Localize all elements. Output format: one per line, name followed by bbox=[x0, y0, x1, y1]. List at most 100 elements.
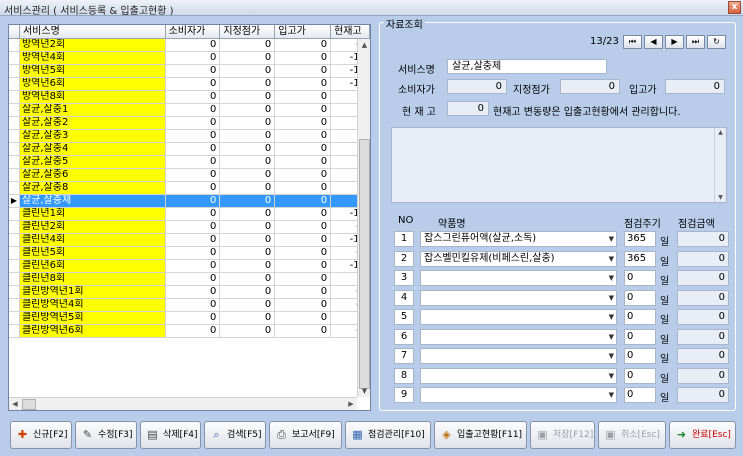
table-row[interactable]: 클린년8회0000 bbox=[9, 273, 370, 286]
col-header-consumer-price[interactable]: 소비자가 bbox=[166, 25, 221, 39]
drug-select[interactable]: ▼ bbox=[420, 328, 617, 345]
col-header-service-name[interactable]: 서비스명 bbox=[20, 25, 166, 39]
cycle-input[interactable]: 0 bbox=[624, 387, 656, 403]
cycle-input[interactable]: 365 bbox=[624, 250, 656, 267]
drug-select[interactable]: 잡스그린퓨어액(살균,소독) ▼ bbox=[420, 231, 617, 247]
cycle-input[interactable]: 365 bbox=[624, 231, 656, 247]
cycle-input[interactable]: 0 bbox=[624, 309, 656, 325]
drug-select[interactable]: 잡스벨민킬유제(비페스린,살충) ▼ bbox=[420, 250, 617, 267]
amount-input[interactable]: 0 bbox=[677, 231, 729, 247]
service-name-input[interactable]: 살균,살충제 bbox=[447, 59, 607, 74]
inout-button[interactable]: ◈ 입출고현황[F11] bbox=[434, 421, 527, 449]
drug-select[interactable]: ▼ bbox=[420, 289, 617, 306]
next-record-icon[interactable]: ▶ bbox=[665, 35, 684, 49]
refresh-icon[interactable]: ↻ bbox=[707, 35, 726, 49]
search-icon: ⌕ bbox=[213, 428, 220, 441]
table-row[interactable]: 방역년6회000-17 bbox=[9, 78, 370, 91]
scroll-left-icon[interactable]: ◀ bbox=[9, 398, 21, 410]
edit-button[interactable]: ✎ 수정[F3] bbox=[75, 421, 137, 449]
memo-scrollbar[interactable]: ▲ ▼ bbox=[714, 128, 726, 202]
table-row[interactable]: 살균,살충80000 bbox=[9, 182, 370, 195]
table-row[interactable]: 살균,살충60000 bbox=[9, 169, 370, 182]
chevron-down-icon[interactable]: ▼ bbox=[609, 349, 614, 363]
chevron-down-icon[interactable]: ▼ bbox=[609, 388, 614, 402]
chevron-down-icon[interactable]: ▼ bbox=[609, 252, 614, 266]
table-row[interactable]: 클린방역년6회000-4 bbox=[9, 325, 370, 338]
table-row[interactable]: 살균,살충10000 bbox=[9, 104, 370, 117]
table-row[interactable]: 살균,살충50000 bbox=[9, 156, 370, 169]
table-row[interactable]: 클린년5회000-1 bbox=[9, 247, 370, 260]
chevron-down-icon[interactable]: ▼ bbox=[609, 310, 614, 324]
table-row[interactable]: 클린방역년4회000-2 bbox=[9, 299, 370, 312]
table-row[interactable]: 방역년2회000-2 bbox=[9, 39, 370, 52]
inspection-button[interactable]: ▦ 점검관리[F10] bbox=[345, 421, 431, 449]
cycle-input[interactable]: 0 bbox=[624, 367, 656, 384]
report-button[interactable]: ⎙ 보고서[F9] bbox=[269, 421, 342, 449]
amount-input[interactable]: 0 bbox=[677, 270, 729, 286]
service-grid[interactable]: 서비스명 소비자가 지정점가 입고가 현재고 방역년2회000-2방역년4회00… bbox=[8, 24, 371, 411]
drug-select[interactable]: ▼ bbox=[420, 348, 617, 364]
cycle-input[interactable]: 0 bbox=[624, 289, 656, 306]
amount-input[interactable]: 0 bbox=[677, 309, 729, 325]
hscroll-thumb[interactable] bbox=[22, 399, 36, 410]
close-icon[interactable]: x bbox=[728, 1, 741, 14]
first-record-icon[interactable]: ⏮ bbox=[623, 35, 642, 49]
table-row[interactable]: ▶살균,살충제0000 bbox=[9, 195, 370, 208]
chevron-down-icon[interactable]: ▼ bbox=[609, 232, 614, 246]
amount-input[interactable]: 0 bbox=[677, 250, 729, 267]
table-row[interactable]: 살균,살충20000 bbox=[9, 117, 370, 130]
table-row[interactable]: 방역년4회000-11 bbox=[9, 52, 370, 65]
drug-select[interactable]: ▼ bbox=[420, 270, 617, 286]
last-record-icon[interactable]: ⏭ bbox=[686, 35, 705, 49]
cycle-input[interactable]: 0 bbox=[624, 270, 656, 286]
scroll-up-icon[interactable]: ▲ bbox=[715, 129, 726, 136]
grid-horizontal-scrollbar[interactable]: ◀ ▶ bbox=[9, 397, 357, 410]
new-button[interactable]: ✚ 신규[F2] bbox=[10, 421, 72, 449]
prev-record-icon[interactable]: ◀ bbox=[644, 35, 663, 49]
table-row[interactable]: 방역년5회000-12 bbox=[9, 65, 370, 78]
cycle-input[interactable]: 0 bbox=[624, 348, 656, 364]
cycle-input[interactable]: 0 bbox=[624, 328, 656, 345]
button-label: 점검관리[F10] bbox=[368, 430, 425, 440]
table-row[interactable]: 클린년2회000-1 bbox=[9, 221, 370, 234]
chevron-down-icon[interactable]: ▼ bbox=[609, 330, 614, 344]
scroll-right-icon[interactable]: ▶ bbox=[345, 398, 357, 410]
scroll-down-icon[interactable]: ▼ bbox=[715, 194, 726, 201]
scroll-thumb[interactable] bbox=[359, 139, 370, 389]
save-button[interactable]: ▣ 저장[F12] bbox=[530, 421, 595, 449]
table-row[interactable]: 클린년4회000-10 bbox=[9, 234, 370, 247]
table-row[interactable]: 클린방역년5회0000 bbox=[9, 312, 370, 325]
drug-select[interactable]: ▼ bbox=[420, 367, 617, 384]
col-header-stock[interactable]: 현재고 bbox=[331, 25, 370, 39]
table-row[interactable]: 살균,살충40000 bbox=[9, 143, 370, 156]
in-price-input[interactable]: 0 bbox=[665, 79, 725, 94]
table-row[interactable]: 방역년8회0000 bbox=[9, 91, 370, 104]
scroll-down-icon[interactable]: ▼ bbox=[358, 385, 370, 397]
cancel-button[interactable]: ▣ 취소[Esc] bbox=[598, 421, 666, 449]
chevron-down-icon[interactable]: ▼ bbox=[609, 369, 614, 383]
drug-select[interactable]: ▼ bbox=[420, 387, 617, 403]
chevron-down-icon[interactable]: ▼ bbox=[609, 271, 614, 285]
amount-input[interactable]: 0 bbox=[677, 348, 729, 364]
grid-vertical-scrollbar[interactable]: ▲ ▼ bbox=[357, 39, 370, 397]
delete-button[interactable]: ▤ 삭제[F4] bbox=[140, 421, 201, 449]
col-header-in-price[interactable]: 입고가 bbox=[275, 25, 332, 39]
table-row[interactable]: 클린방역년1회000-1 bbox=[9, 286, 370, 299]
exit-button[interactable]: ➜ 완료[Esc] bbox=[669, 421, 736, 449]
chevron-down-icon[interactable]: ▼ bbox=[609, 291, 614, 305]
amount-input[interactable]: 0 bbox=[677, 289, 729, 306]
consumer-price-input[interactable]: 0 bbox=[447, 79, 507, 94]
table-row[interactable]: 살균,살충30000 bbox=[9, 130, 370, 143]
amount-input[interactable]: 0 bbox=[677, 387, 729, 403]
amount-input[interactable]: 0 bbox=[677, 328, 729, 345]
drug-select[interactable]: ▼ bbox=[420, 309, 617, 325]
scroll-up-icon[interactable]: ▲ bbox=[358, 39, 370, 51]
search-button[interactable]: ⌕ 검색[F5] bbox=[204, 421, 266, 449]
stock-label: 현 재 고 bbox=[402, 107, 436, 118]
memo-textarea[interactable]: ▲ ▼ bbox=[391, 127, 727, 203]
table-row[interactable]: 클린년1회000-11 bbox=[9, 208, 370, 221]
amount-input[interactable]: 0 bbox=[677, 367, 729, 384]
col-header-store-price[interactable]: 지정점가 bbox=[220, 25, 276, 39]
store-price-input[interactable]: 0 bbox=[560, 79, 620, 94]
table-row[interactable]: 클린년6회000-11 bbox=[9, 260, 370, 273]
